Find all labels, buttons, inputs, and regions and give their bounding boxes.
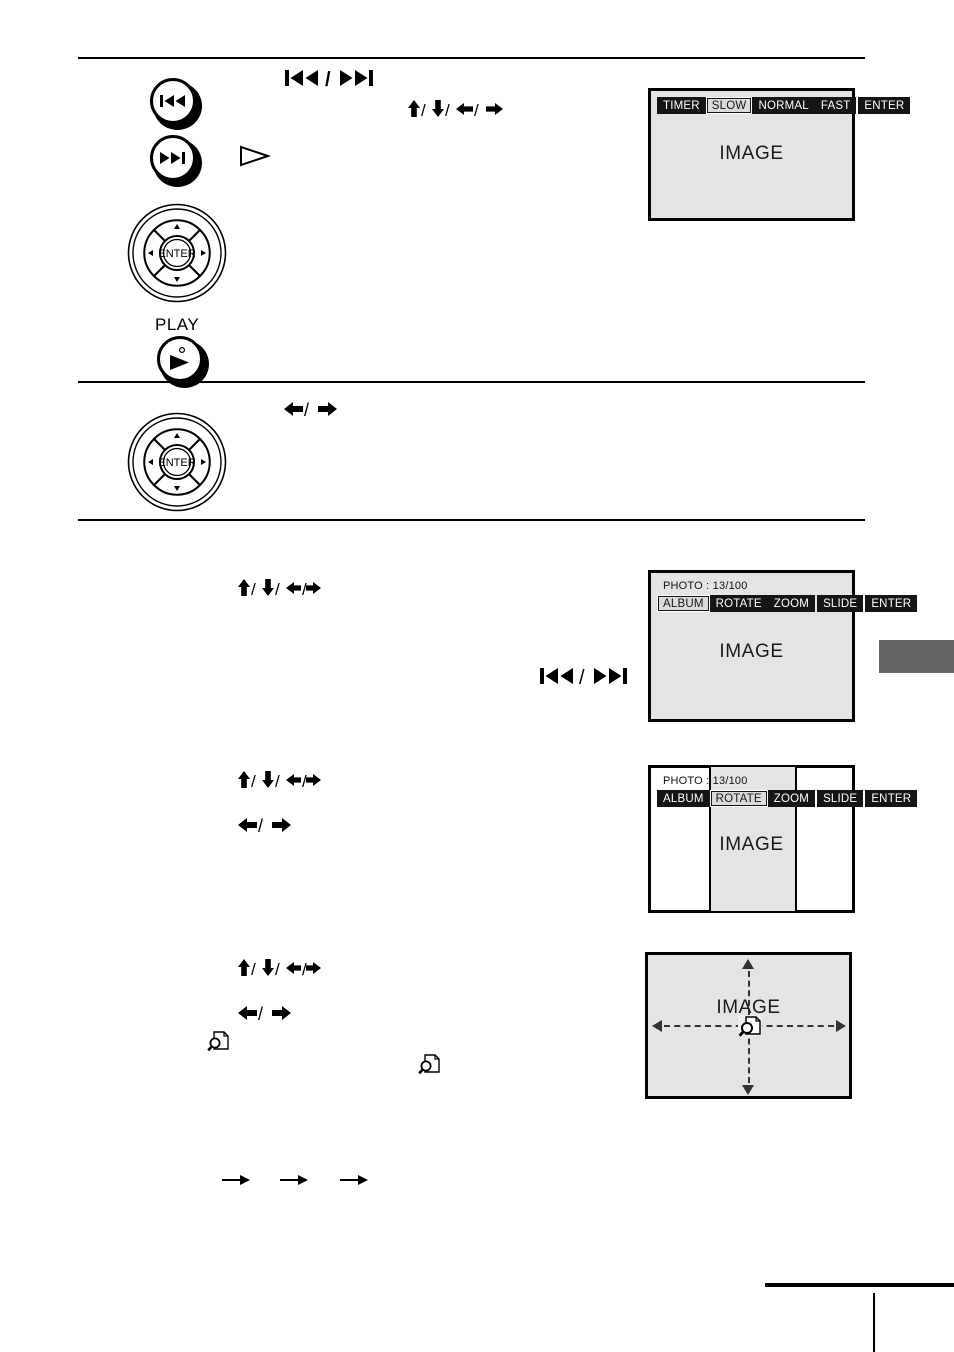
footer-rule: [765, 1283, 954, 1287]
four-arrows-glyph-rotate: / / /: [237, 770, 323, 793]
svg-text:/: /: [325, 69, 331, 88]
button-face: [157, 336, 203, 382]
svg-text:/: /: [258, 1004, 263, 1024]
photo-counter-rotate: PHOTO : 13/100: [663, 775, 748, 787]
prev-track-button[interactable]: [150, 78, 202, 130]
menu-item-album[interactable]: ALBUM: [657, 595, 710, 612]
menu-item-enter[interactable]: ENTER: [858, 97, 911, 114]
svg-text:/: /: [474, 101, 479, 119]
sequence-arrow-2: [280, 1172, 310, 1191]
menu-item-slide[interactable]: SLIDE: [817, 790, 864, 807]
play-label: PLAY: [155, 315, 200, 334]
svg-text:/: /: [275, 772, 280, 790]
magnifier-document-icon-inline: [418, 1053, 442, 1080]
play-button[interactable]: [157, 336, 209, 388]
four-arrows-glyph-section1: / / /: [407, 99, 507, 122]
tv-image-placeholder: IMAGE: [719, 641, 784, 662]
skip-glyph-section1: /: [285, 68, 385, 93]
menu-item-album[interactable]: ALBUM: [657, 790, 710, 807]
tv-screen-slideshow: TIMER SLOW NORMAL FAST ENTER IMAGE: [648, 88, 911, 221]
next-track-button[interactable]: [150, 135, 202, 187]
four-arrows-glyph-album: / / /: [237, 578, 323, 601]
menu-item-zoom[interactable]: ZOOM: [767, 595, 816, 612]
menu-item-rotate[interactable]: ROTATE: [709, 595, 768, 612]
prev-track-icon: [160, 95, 186, 107]
section-divider-lower: [78, 519, 865, 521]
svg-text:/: /: [251, 772, 256, 790]
tv-screen-photo-album: PHOTO : 13/100 ALBUM ROTATE ZOOM SLIDE E…: [648, 570, 918, 722]
menu-item-zoom[interactable]: ZOOM: [767, 790, 816, 807]
play-triangle-icon: [165, 346, 195, 372]
menu-item-slow[interactable]: SLOW: [705, 97, 753, 114]
sequence-arrow-1: [222, 1172, 252, 1191]
tv-screen-photo-rotate: PHOTO : 13/100 ALBUM ROTATE ZOOM SLIDE E…: [648, 765, 918, 913]
section-divider-top: [78, 57, 865, 59]
menu-item-enter[interactable]: ENTER: [865, 595, 918, 612]
svg-text:/: /: [445, 101, 450, 119]
photo-counter-album: PHOTO : 13/100: [663, 580, 748, 592]
button-face: [150, 78, 196, 124]
menu-item-slide[interactable]: SLIDE: [817, 595, 864, 612]
svg-text:/: /: [251, 960, 256, 978]
pan-arrow-right-icon: [836, 1020, 846, 1032]
svg-text:/: /: [579, 667, 585, 686]
sequence-arrow-3: [340, 1172, 370, 1191]
lr-arrows-glyph-section2: /: [283, 398, 339, 423]
pan-arrow-left-icon: [652, 1020, 662, 1032]
pan-arrow-down-icon: [742, 1085, 754, 1095]
four-arrows-glyph-zoom: / / /: [237, 958, 323, 981]
page-edge-tab-marker: [879, 640, 954, 673]
magnifier-document-icon: [207, 1030, 231, 1057]
skip-glyph-album: /: [540, 666, 636, 689]
dpad-control-section2[interactable]: ENTER: [127, 412, 227, 512]
tv-screen-photo-zoom: IMAGE: [645, 952, 852, 1099]
svg-text:/: /: [275, 580, 280, 598]
dpad-enter-label: ENTER: [158, 248, 195, 260]
osd-menubar-album[interactable]: ALBUM ROTATE ZOOM SLIDE ENTER: [657, 595, 918, 612]
menu-item-enter[interactable]: ENTER: [865, 790, 918, 807]
lr-arrows-glyph-rotate: /: [237, 814, 293, 839]
dpad-control[interactable]: ENTER: [127, 203, 227, 303]
osd-menubar-rotate[interactable]: ALBUM ROTATE ZOOM SLIDE ENTER: [657, 790, 918, 807]
svg-text:/: /: [421, 101, 426, 119]
manual-page: ENTER PLAY / / / / ENTER / / / / / / / /…: [0, 0, 954, 1352]
pan-arrow-up-icon: [742, 959, 754, 969]
next-track-icon: [160, 152, 186, 164]
dpad-enter-label: ENTER: [158, 457, 195, 469]
play-outline-glyph: [238, 143, 274, 172]
tv-image-placeholder: IMAGE: [719, 834, 784, 855]
svg-text:/: /: [258, 816, 263, 836]
svg-text:/: /: [251, 580, 256, 598]
tv-image-placeholder: IMAGE: [719, 143, 784, 164]
svg-text:/: /: [304, 400, 309, 420]
magnifier-document-icon-cursor[interactable]: [738, 1014, 764, 1043]
osd-menubar-slideshow[interactable]: TIMER SLOW NORMAL FAST ENTER: [657, 97, 911, 114]
footer-vertical-rule: [873, 1293, 875, 1352]
lr-arrows-glyph-zoom: /: [237, 1002, 293, 1027]
menu-item-normal[interactable]: NORMAL: [752, 97, 815, 114]
menu-item-timer[interactable]: TIMER: [657, 97, 706, 114]
svg-text:/: /: [275, 960, 280, 978]
menu-item-rotate[interactable]: ROTATE: [709, 790, 768, 807]
button-face: [150, 135, 196, 181]
menu-item-fast[interactable]: FAST: [814, 97, 857, 114]
